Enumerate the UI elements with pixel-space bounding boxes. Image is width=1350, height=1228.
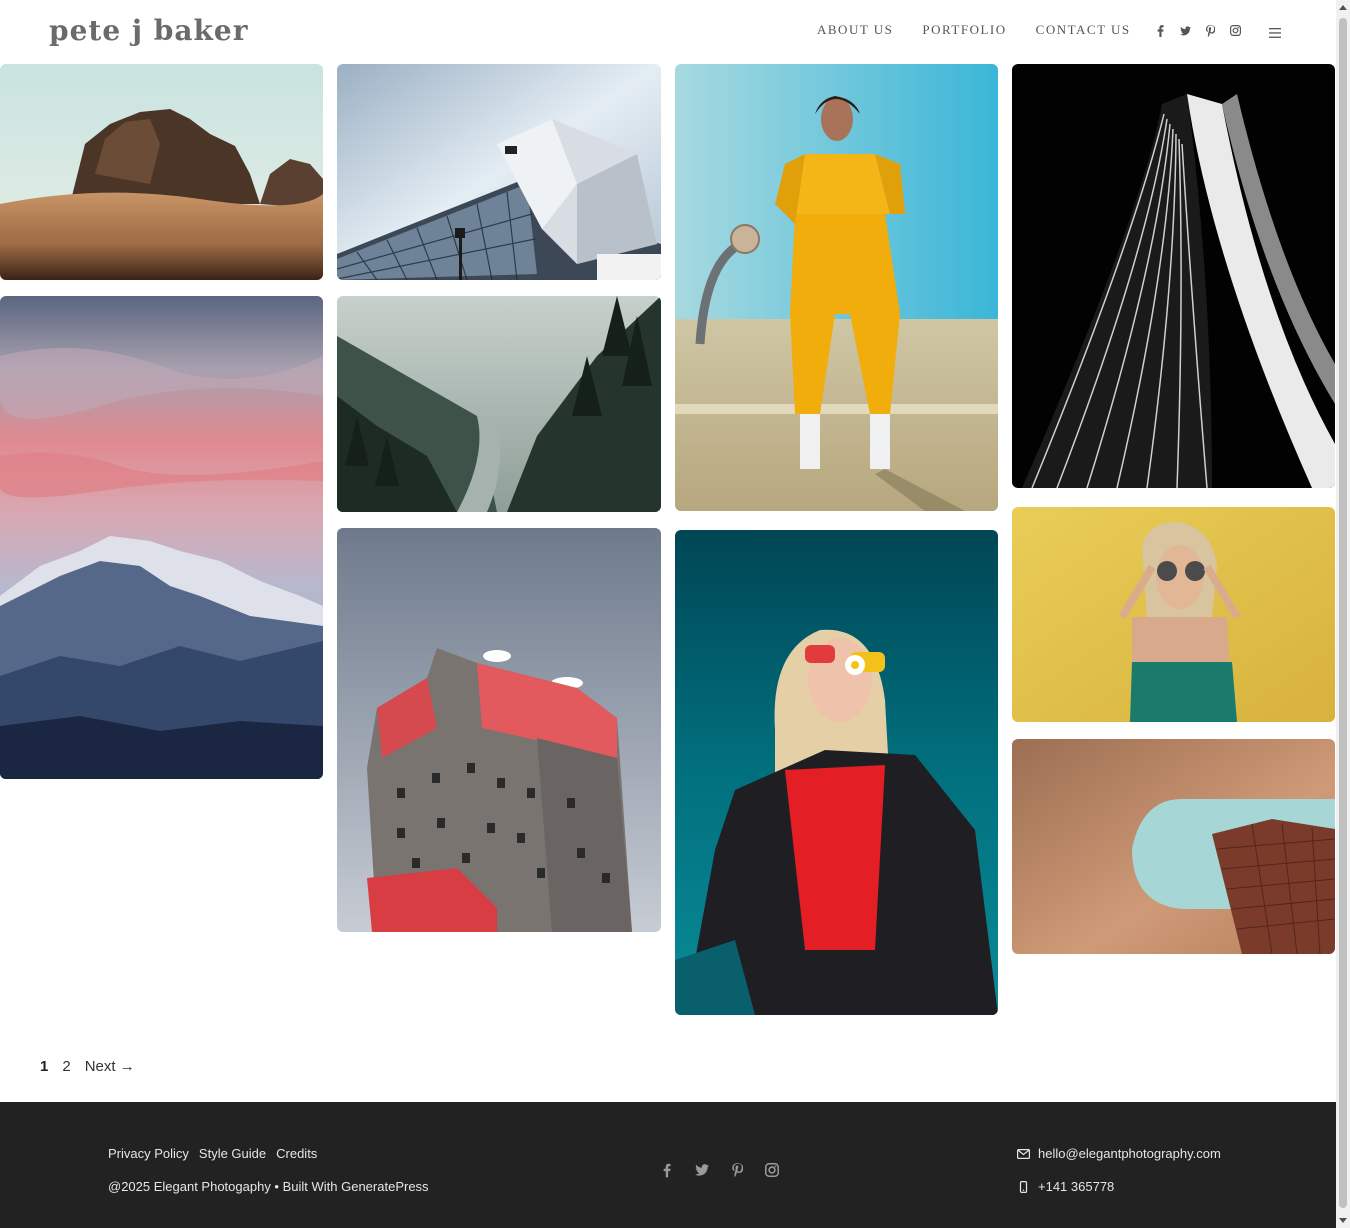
footer-copyright: @2025 Elegant Photogaphy • Built With Ge… — [108, 1179, 429, 1194]
mobile-phone-icon — [1017, 1180, 1030, 1193]
scroll-up-arrow-icon[interactable] — [1339, 5, 1347, 10]
site-header: pete j baker ABOUT US PORTFOLIO CONTACT … — [0, 0, 1336, 62]
main-nav: ABOUT US PORTFOLIO CONTACT US — [817, 22, 1160, 38]
gallery-image-red-building[interactable] — [337, 528, 661, 932]
pagination-page-2[interactable]: 2 — [62, 1058, 70, 1075]
pagination-next-link[interactable]: Next → — [85, 1058, 135, 1075]
gallery-image-sunset-mountains[interactable] — [0, 296, 323, 779]
footer-phone-number[interactable]: +141 365778 — [1038, 1179, 1114, 1194]
gallery-image-curved-skyscraper[interactable] — [1012, 64, 1335, 488]
pagination-current-page: 1 — [40, 1058, 49, 1075]
gallery-image-woman-flower[interactable] — [675, 530, 998, 1015]
page-scrollbar[interactable] — [1336, 0, 1350, 1228]
gallery-image-woman-yellow-wall[interactable] — [1012, 507, 1335, 722]
gallery-image-yellow-tracksuit[interactable] — [675, 64, 998, 511]
facebook-icon[interactable] — [660, 1162, 674, 1178]
scroll-down-arrow-icon[interactable] — [1339, 1218, 1347, 1223]
footer-social-links — [660, 1162, 779, 1178]
pagination: 1 2 Next → — [40, 1058, 149, 1075]
instagram-icon[interactable] — [1230, 24, 1241, 37]
site-footer: Privacy Policy Style Guide Credits @2025… — [0, 1102, 1336, 1228]
site-logo[interactable]: pete j baker — [49, 14, 248, 47]
twitter-icon[interactable] — [695, 1162, 709, 1178]
nav-item-about-us[interactable]: ABOUT US — [817, 22, 893, 38]
pinterest-icon[interactable] — [730, 1162, 744, 1178]
gallery-image-desert[interactable] — [0, 64, 323, 280]
instagram-icon[interactable] — [765, 1162, 779, 1178]
footer-links: Privacy Policy Style Guide Credits — [108, 1146, 317, 1161]
hamburger-menu-icon[interactable] — [1269, 25, 1281, 38]
envelope-icon — [1017, 1148, 1030, 1159]
footer-phone: +141 365778 — [1017, 1179, 1114, 1194]
nav-item-contact-us[interactable]: CONTACT US — [1036, 22, 1131, 38]
gallery-image-misty-forest[interactable] — [337, 296, 661, 512]
footer-email: hello@elegantphotography.com — [1017, 1146, 1221, 1161]
twitter-icon[interactable] — [1180, 24, 1191, 37]
nav-item-portfolio[interactable]: PORTFOLIO — [922, 22, 1006, 38]
header-social-links — [1155, 24, 1241, 37]
pinterest-icon[interactable] — [1205, 24, 1216, 37]
gallery-image-glass-building[interactable] — [337, 64, 661, 280]
facebook-icon[interactable] — [1155, 24, 1166, 37]
gallery-image-tower-opening[interactable] — [1012, 739, 1335, 954]
footer-link-credits[interactable]: Credits — [276, 1146, 317, 1161]
footer-link-style-guide[interactable]: Style Guide — [199, 1146, 266, 1161]
scrollbar-thumb[interactable] — [1339, 18, 1347, 1208]
footer-link-privacy-policy[interactable]: Privacy Policy — [108, 1146, 189, 1161]
footer-email-link[interactable]: hello@elegantphotography.com — [1038, 1146, 1221, 1161]
